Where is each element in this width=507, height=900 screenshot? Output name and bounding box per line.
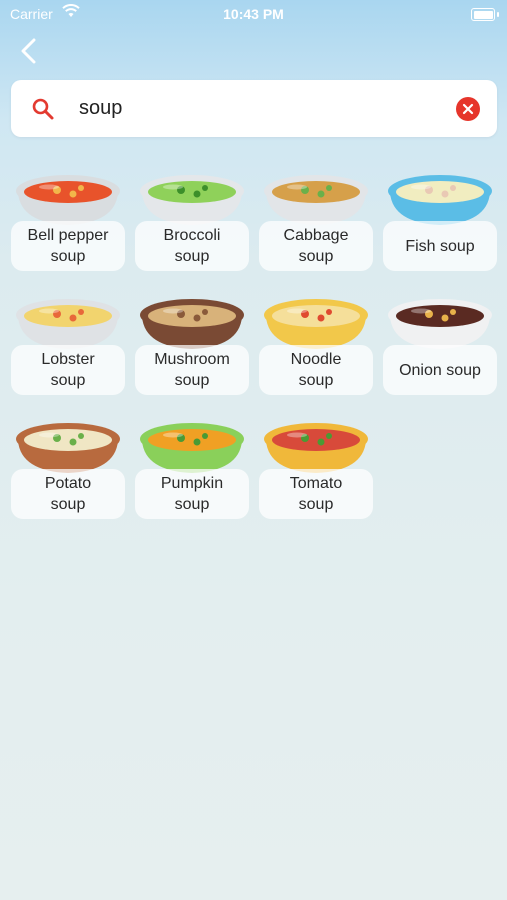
soup-tile[interactable]: Tomato soup bbox=[259, 413, 373, 523]
soup-label-line1: Fish soup bbox=[405, 237, 475, 255]
soup-label: Pumpkin soup bbox=[135, 469, 249, 519]
soup-tile[interactable]: Fish soup bbox=[383, 165, 497, 275]
soup-tile[interactable]: Lobster soup bbox=[11, 289, 125, 399]
soup-tile[interactable]: Bell pepper soup bbox=[11, 165, 125, 275]
soup-label: Lobster soup bbox=[11, 345, 125, 395]
soup-label-line2: soup bbox=[50, 372, 86, 389]
soup-label-line1: Potato bbox=[44, 475, 92, 492]
soup-bowl-icon bbox=[264, 299, 368, 349]
chevron-left-icon bbox=[21, 38, 36, 64]
soup-label: Fish soup bbox=[383, 221, 497, 271]
soup-tile[interactable]: Mushroom soup bbox=[135, 289, 249, 399]
soup-label-line1: Tomato bbox=[289, 475, 343, 492]
soup-tile[interactable]: Noodle soup bbox=[259, 289, 373, 399]
soup-bowl-icon bbox=[140, 423, 244, 473]
soup-bowl-icon bbox=[16, 299, 120, 349]
soup-label: Potato soup bbox=[11, 469, 125, 519]
search-bar bbox=[11, 80, 497, 137]
soup-bowl-icon bbox=[388, 299, 492, 349]
status-time: 10:43 PM bbox=[223, 6, 284, 22]
soup-label: Onion soup bbox=[383, 345, 497, 395]
soup-label-line1: Cabbage bbox=[283, 227, 349, 244]
soup-tile[interactable]: Potato soup bbox=[11, 413, 125, 523]
soup-label-line1: Pumpkin bbox=[160, 475, 224, 492]
soup-bowl-icon bbox=[16, 423, 120, 473]
soup-bowl-icon bbox=[140, 175, 244, 225]
soup-label-line2: soup bbox=[174, 248, 210, 265]
soup-label-line2: soup bbox=[50, 496, 86, 513]
soup-label-line1: Mushroom bbox=[154, 351, 230, 368]
soup-label-line2: soup bbox=[298, 248, 334, 265]
soup-label: Mushroom soup bbox=[135, 345, 249, 395]
search-icon bbox=[32, 98, 54, 120]
soup-label-line1: Onion soup bbox=[399, 361, 481, 379]
soup-tile[interactable]: Cabbage soup bbox=[259, 165, 373, 275]
soup-label: Bell pepper soup bbox=[11, 221, 125, 271]
soup-bowl-icon bbox=[140, 299, 244, 349]
soup-label: Tomato soup bbox=[259, 469, 373, 519]
search-input[interactable] bbox=[69, 93, 459, 123]
close-icon bbox=[462, 103, 474, 115]
soup-tile[interactable]: Pumpkin soup bbox=[135, 413, 249, 523]
soup-tile[interactable]: Onion soup bbox=[383, 289, 497, 399]
soup-tile[interactable]: Broccoli soup bbox=[135, 165, 249, 275]
soup-bowl-icon bbox=[264, 423, 368, 473]
soup-label-line1: Lobster bbox=[41, 351, 95, 368]
soup-label: Broccoli soup bbox=[135, 221, 249, 271]
soup-label-line1: Noodle bbox=[290, 351, 342, 368]
clear-search-button[interactable] bbox=[456, 97, 480, 121]
soup-label-line2: soup bbox=[50, 248, 86, 265]
soup-label: Cabbage soup bbox=[259, 221, 373, 271]
soup-label-line1: Bell pepper bbox=[27, 227, 109, 244]
soup-bowl-icon bbox=[388, 175, 492, 225]
soup-label: Noodle soup bbox=[259, 345, 373, 395]
soup-label-line2: soup bbox=[174, 496, 210, 513]
back-button[interactable] bbox=[14, 36, 44, 66]
soup-label-line1: Broccoli bbox=[163, 227, 221, 244]
status-bar: Carrier 10:43 PM bbox=[0, 0, 507, 28]
battery-icon bbox=[471, 8, 499, 21]
soup-bowl-icon bbox=[16, 175, 120, 225]
soup-label-line2: soup bbox=[174, 372, 210, 389]
soup-bowl-icon bbox=[264, 175, 368, 225]
soup-label-line2: soup bbox=[298, 496, 334, 513]
soup-label-line2: soup bbox=[298, 372, 334, 389]
